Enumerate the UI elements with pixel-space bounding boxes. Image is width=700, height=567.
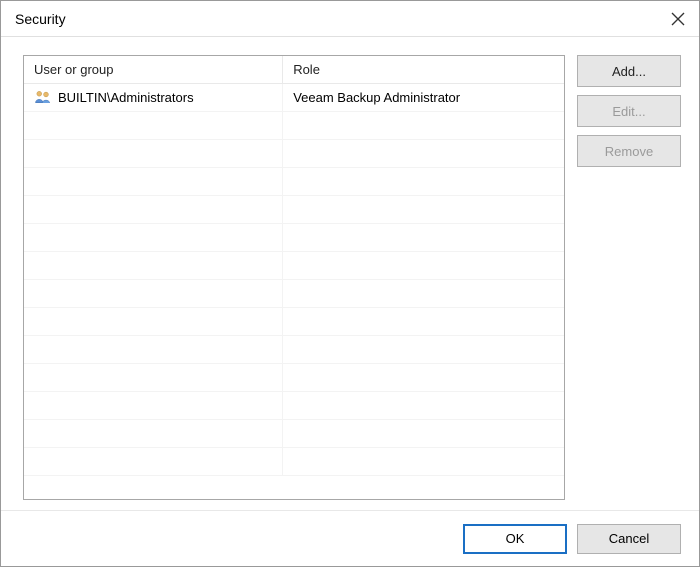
users-group-icon [34, 90, 52, 106]
table-row[interactable]: BUILTIN\Administrators Veeam Backup Admin… [24, 84, 564, 112]
dialog-body: User or group Role BUILTIN\Administrator… [1, 37, 699, 510]
table-row-empty [24, 112, 564, 140]
titlebar: Security [1, 1, 699, 37]
table-row-empty [24, 168, 564, 196]
table-row-empty [24, 392, 564, 420]
edit-button: Edit... [577, 95, 681, 127]
table-row-empty [24, 252, 564, 280]
cancel-button[interactable]: Cancel [577, 524, 681, 554]
table-row-empty [24, 448, 564, 476]
cell-user: BUILTIN\Administrators [24, 84, 283, 111]
dialog-title: Security [15, 11, 66, 27]
table-row-empty [24, 280, 564, 308]
users-table: User or group Role BUILTIN\Administrator… [23, 55, 565, 500]
dialog-footer: OK Cancel [1, 510, 699, 566]
cell-user-text: BUILTIN\Administrators [58, 90, 194, 105]
column-header-role[interactable]: Role [283, 56, 564, 83]
security-dialog: Security User or group Role BUILTIN\Admi… [0, 0, 700, 567]
table-row-empty [24, 308, 564, 336]
table-row-empty [24, 420, 564, 448]
remove-button: Remove [577, 135, 681, 167]
table-row-empty [24, 224, 564, 252]
cell-role: Veeam Backup Administrator [283, 84, 564, 111]
column-header-user[interactable]: User or group [24, 56, 283, 83]
table-row-empty [24, 140, 564, 168]
table-row-empty [24, 196, 564, 224]
close-icon[interactable] [669, 10, 687, 28]
table-body: BUILTIN\Administrators Veeam Backup Admin… [24, 84, 564, 499]
table-row-empty [24, 364, 564, 392]
add-button[interactable]: Add... [577, 55, 681, 87]
ok-button[interactable]: OK [463, 524, 567, 554]
side-buttons: Add... Edit... Remove [577, 55, 681, 500]
table-row-empty [24, 336, 564, 364]
table-header: User or group Role [24, 56, 564, 84]
